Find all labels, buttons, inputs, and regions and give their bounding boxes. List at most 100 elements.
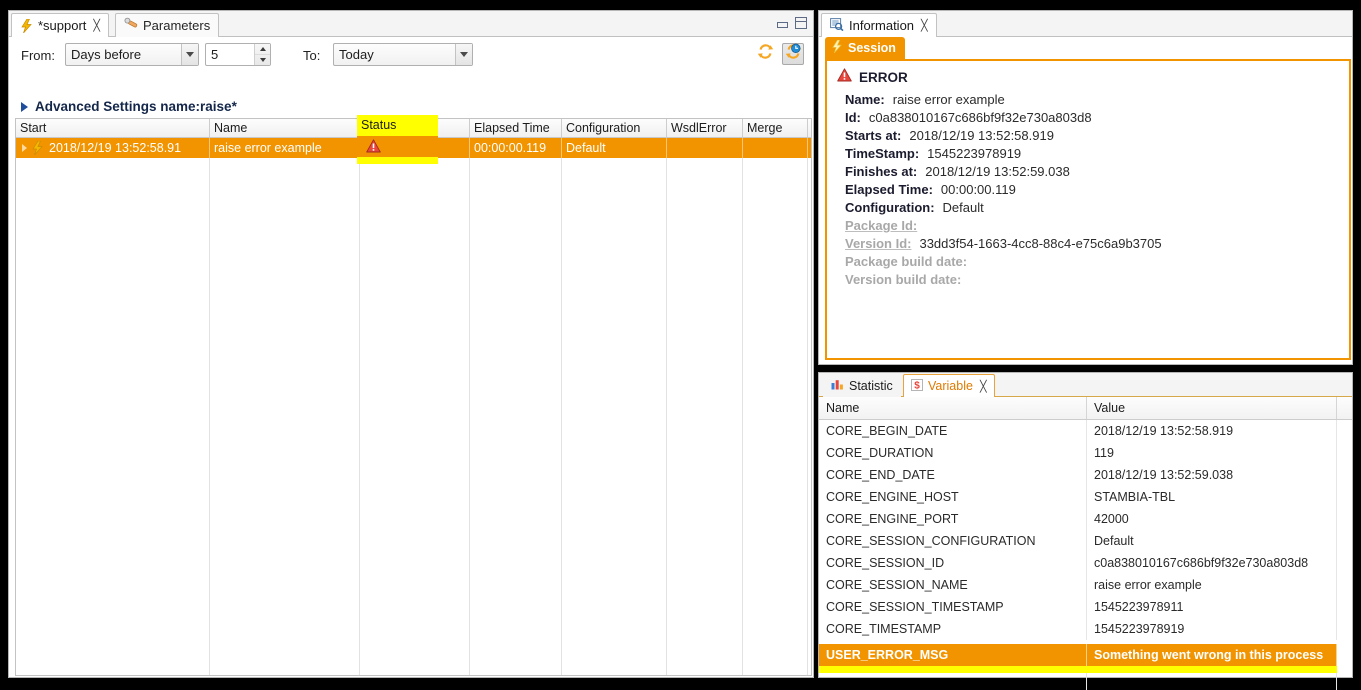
tab-session-label: Session: [848, 41, 896, 55]
cell-wsdlerror: [667, 138, 743, 158]
variable-value: raise error example: [1087, 574, 1337, 596]
table-row[interactable]: CORE_END_DATE 2018/12/19 13:52:59.038: [819, 464, 1352, 486]
to-type-dropdown[interactable]: Today: [333, 43, 473, 66]
tab-session[interactable]: Session: [825, 37, 905, 59]
column-header-name[interactable]: Name: [210, 119, 360, 137]
advanced-settings-label: Advanced Settings name:raise*: [35, 99, 237, 114]
auto-refresh-button[interactable]: [782, 43, 804, 65]
information-panel: Information ╳ Session ERROR Name: raise …: [818, 10, 1353, 365]
to-type-value: Today: [339, 47, 374, 62]
table-row[interactable]: CORE_SESSION_ID c0a838010167c686bf9f32e7…: [819, 552, 1352, 574]
column-header-merge[interactable]: Merge: [743, 119, 808, 137]
variable-panel: Statistic $ Variable ╳ Name Value CORE_B…: [818, 372, 1353, 690]
variable-name: CORE_SESSION_ID: [819, 552, 1087, 574]
from-type-value: Days before: [71, 47, 142, 62]
wrench-icon: [124, 17, 138, 34]
variable-value: 2018/12/19 13:52:59.038: [1087, 464, 1337, 486]
field-version-id-key: Version Id:: [845, 236, 912, 251]
variable-value: 119: [1087, 442, 1337, 464]
table-row[interactable]: CORE_DURATION 119: [819, 442, 1352, 464]
table-row[interactable]: USER_ERROR_MSG Something went wrong in t…: [819, 644, 1337, 666]
column-header-value[interactable]: Value: [1087, 397, 1337, 419]
session-editor-panel: *support ╳ Parameters From: Days before: [8, 10, 814, 678]
table-row[interactable]: CORE_SESSION_TIMESTAMP 1545223978911: [819, 596, 1352, 618]
chevron-down-icon[interactable]: [455, 44, 472, 65]
session-tabstrip: Session: [819, 37, 1352, 59]
tab-support-label: *support: [38, 18, 87, 33]
variable-name: CORE_ENGINE_HOST: [819, 486, 1087, 508]
tab-information[interactable]: Information ╳: [821, 13, 937, 37]
table-row[interactable]: CORE_SESSION_NAME raise error example: [819, 574, 1352, 596]
field-elapsed-time-value: 00:00:00.119: [940, 182, 1016, 197]
variable-table[interactable]: Name Value CORE_BEGIN_DATE 2018/12/19 13…: [819, 397, 1352, 690]
table-row[interactable]: CORE_ENGINE_PORT 42000: [819, 508, 1352, 530]
table-row[interactable]: CORE_ENGINE_HOST STAMBIA-TBL: [819, 486, 1352, 508]
days-stepper[interactable]: 5: [205, 43, 271, 66]
variable-value: c0a838010167c686bf9f32e730a803d8: [1087, 552, 1337, 574]
maximize-button[interactable]: [795, 17, 807, 29]
close-icon[interactable]: ╳: [921, 19, 928, 32]
days-value: 5: [211, 47, 219, 62]
column-header-wsdlerror[interactable]: WsdlError: [667, 119, 743, 137]
tab-statistic[interactable]: Statistic: [823, 374, 901, 397]
table-row[interactable]: 2018/12/19 13:52:58.91 raise error examp…: [16, 138, 811, 158]
status-label: ERROR: [859, 70, 908, 85]
variable-value: 1545223978911: [1087, 596, 1337, 618]
session-table-header: Start Name Status Elapsed Time Configura…: [16, 119, 811, 138]
variable-value: 1545223978919: [1087, 618, 1337, 640]
chevron-down-icon[interactable]: [181, 44, 198, 65]
field-name: Name: raise error example: [845, 92, 1349, 107]
table-row[interactable]: CORE_TIMESTAMP 1545223978919: [819, 618, 1352, 640]
field-id-value: c0a838010167c686bf9f32e730a803d8: [868, 110, 1092, 125]
close-icon[interactable]: ╳: [93, 19, 100, 32]
cell-start-value: 2018/12/19 13:52:58.91: [49, 141, 182, 155]
field-id: Id: c0a838010167c686bf9f32e730a803d8: [845, 110, 1349, 125]
field-version-build-date: Version build date:: [845, 272, 1349, 287]
refresh-button[interactable]: [754, 43, 776, 65]
column-header-configuration[interactable]: Configuration: [562, 119, 667, 137]
window-controls: [777, 15, 807, 29]
field-finishes-at-value: 2018/12/19 13:52:59.038: [925, 164, 1070, 179]
stepper-buttons[interactable]: [254, 44, 270, 65]
stepper-down-icon[interactable]: [255, 55, 270, 65]
table-row-empty[interactable]: [819, 671, 1352, 690]
lightning-icon: [20, 18, 33, 33]
tab-support[interactable]: *support ╳: [11, 13, 110, 37]
error-warning-icon: [366, 139, 381, 158]
variable-value: 2018/12/19 13:52:58.919: [1087, 420, 1337, 442]
table-row[interactable]: CORE_SESSION_CONFIGURATION Default: [819, 530, 1352, 552]
chevron-right-icon: [21, 101, 28, 112]
column-header-name[interactable]: Name: [819, 397, 1087, 419]
from-type-dropdown[interactable]: Days before: [65, 43, 199, 66]
cell-merge: [743, 138, 808, 158]
column-header-elapsed-time[interactable]: Elapsed Time: [470, 119, 562, 137]
user-error-msg-highlight-wrap: USER_ERROR_MSG Something went wrong in t…: [819, 644, 1352, 673]
to-label: To:: [303, 48, 321, 63]
advanced-settings-toggle[interactable]: Advanced Settings name:raise*: [21, 99, 237, 114]
field-version-id[interactable]: Version Id: 33dd3f54-1663-4cc8-88c4-e75c…: [845, 236, 1349, 251]
tab-statistic-label: Statistic: [849, 378, 893, 393]
table-row[interactable]: CORE_BEGIN_DATE 2018/12/19 13:52:58.919: [819, 420, 1352, 442]
field-timestamp-key: TimeStamp:: [845, 146, 920, 161]
minimize-button[interactable]: [777, 22, 788, 28]
field-version-id-value: 33dd3f54-1663-4cc8-88c4-e75c6a9b3705: [919, 236, 1162, 251]
variable-name: CORE_SESSION_CONFIGURATION: [819, 530, 1087, 552]
variable-name: CORE_ENGINE_PORT: [819, 508, 1087, 530]
close-icon[interactable]: ╳: [980, 380, 987, 393]
variable-name: CORE_SESSION_TIMESTAMP: [819, 596, 1087, 618]
session-table[interactable]: Start Name Status Elapsed Time Configura…: [15, 118, 812, 676]
field-configuration-key: Configuration:: [845, 200, 935, 215]
tab-parameters[interactable]: Parameters: [115, 13, 220, 37]
field-timestamp-value: 1545223978919: [927, 146, 1022, 161]
column-header-start[interactable]: Start: [16, 119, 210, 137]
chart-icon: [831, 378, 844, 393]
tab-variable[interactable]: $ Variable ╳: [903, 374, 995, 397]
app-window: *support ╳ Parameters From: Days before: [0, 0, 1361, 690]
field-elapsed-time: Elapsed Time: 00:00:00.119: [845, 182, 1349, 197]
stepper-up-icon[interactable]: [255, 44, 270, 55]
dollar-icon: $: [911, 378, 923, 394]
cell-elapsed-time: 00:00:00.119: [470, 138, 562, 158]
tab-variable-label: Variable: [928, 379, 973, 393]
expand-arrow-icon[interactable]: [22, 144, 27, 152]
field-package-id[interactable]: Package Id:: [845, 218, 1349, 233]
